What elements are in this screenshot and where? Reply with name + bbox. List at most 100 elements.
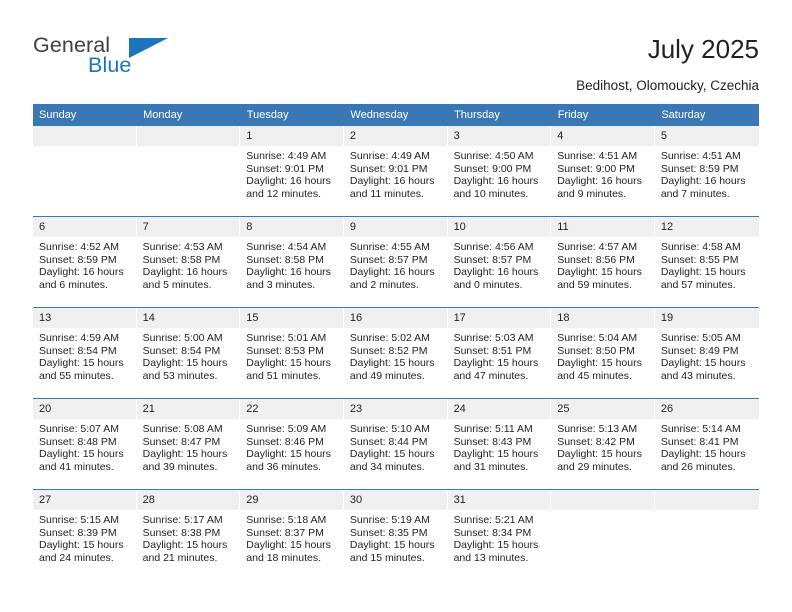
calendar-day-cell[interactable]: 5 Sunrise: 4:51 AM Sunset: 8:59 PM Daylight… <box>654 126 759 217</box>
daylight-text: Daylight: 15 hours and 18 minutes. <box>246 539 331 564</box>
day-details: Sunrise: 4:52 AM Sunset: 8:59 PM Daylight:… <box>33 237 137 291</box>
sunrise-text: Sunrise: 4:55 AM <box>349 241 430 253</box>
calendar-day-cell[interactable]: 22 Sunrise: 5:09 AM Sunset: 8:46 PM Dayligh… <box>240 398 344 490</box>
sunrise-text: Sunrise: 5:17 AM <box>142 514 223 526</box>
calendar-day-cell[interactable]: 17 Sunrise: 5:03 AM Sunset: 8:51 PM Dayligh… <box>447 307 552 399</box>
day-number: 1 <box>240 126 344 146</box>
day-details: Sunrise: 5:18 AM Sunset: 8:37 PM Daylight:… <box>240 510 344 564</box>
day-details: Sunrise: 5:05 AM Sunset: 8:49 PM Daylight:… <box>655 328 759 382</box>
calendar-page: General Blue July 2025 Bedihost, Olomouc… <box>0 0 792 612</box>
daylight-text: Daylight: 15 hours and 29 minutes. <box>557 448 642 473</box>
calendar-day-cell[interactable]: 9 Sunrise: 4:55 AM Sunset: 8:57 PM Daylight… <box>343 216 448 308</box>
daylight-text: Daylight: 16 hours and 5 minutes. <box>142 266 228 291</box>
general-blue-logo[interactable]: General Blue <box>33 33 213 85</box>
sunrise-text: Sunrise: 5:08 AM <box>142 423 223 435</box>
daylight-text: Daylight: 15 hours and 34 minutes. <box>349 448 435 473</box>
sunset-text: Sunset: 8:43 PM <box>453 435 532 448</box>
day-details: Sunrise: 5:14 AM Sunset: 8:41 PM Daylight:… <box>655 419 759 473</box>
day-details: Sunrise: 5:04 AM Sunset: 8:50 PM Daylight:… <box>551 328 655 382</box>
day-number: 4 <box>551 126 655 146</box>
calendar-day-cell[interactable]: 24 Sunrise: 5:11 AM Sunset: 8:43 PM Dayligh… <box>447 398 552 490</box>
calendar-day-cell-empty <box>654 489 759 580</box>
sunrise-text: Sunrise: 5:03 AM <box>453 332 534 344</box>
sunrise-text: Sunrise: 5:09 AM <box>246 423 327 435</box>
day-number: 14 <box>136 308 241 328</box>
daylight-text: Daylight: 16 hours and 0 minutes. <box>453 266 539 291</box>
calendar-day-cell[interactable]: 12 Sunrise: 4:58 AM Sunset: 8:55 PM Dayligh… <box>654 216 759 308</box>
calendar-day-cell[interactable]: 16 Sunrise: 5:02 AM Sunset: 8:52 PM Dayligh… <box>343 307 448 399</box>
sunrise-text: Sunrise: 4:49 AM <box>246 150 327 162</box>
calendar-day-cell[interactable]: 20 Sunrise: 5:07 AM Sunset: 8:48 PM Dayligh… <box>33 398 137 490</box>
calendar-day-cell[interactable]: 8 Sunrise: 4:54 AM Sunset: 8:58 PM Daylight… <box>240 216 344 308</box>
day-number: 24 <box>447 399 552 419</box>
daylight-text: Daylight: 15 hours and 39 minutes. <box>142 448 228 473</box>
calendar-day-cell[interactable]: 29 Sunrise: 5:18 AM Sunset: 8:37 PM Dayligh… <box>240 489 344 580</box>
sunset-text: Sunset: 8:37 PM <box>246 526 324 539</box>
daylight-text: Daylight: 15 hours and 49 minutes. <box>349 357 435 382</box>
calendar-day-cell[interactable]: 7 Sunrise: 4:53 AM Sunset: 8:58 PM Daylight… <box>136 216 241 308</box>
day-details: Sunrise: 5:11 AM Sunset: 8:43 PM Daylight:… <box>448 419 552 473</box>
sunset-text: Sunset: 9:01 PM <box>349 162 428 175</box>
calendar-day-cell[interactable]: 15 Sunrise: 5:01 AM Sunset: 8:53 PM Dayligh… <box>240 307 344 399</box>
calendar-day-cell[interactable]: 27 Sunrise: 5:15 AM Sunset: 8:39 PM Dayligh… <box>33 489 137 580</box>
daylight-text: Daylight: 15 hours and 51 minutes. <box>246 357 331 382</box>
day-number <box>551 490 655 510</box>
calendar-day-cell[interactable]: 25 Sunrise: 5:13 AM Sunset: 8:42 PM Dayligh… <box>551 398 655 490</box>
day-number: 21 <box>136 399 241 419</box>
calendar-day-cell[interactable]: 23 Sunrise: 5:10 AM Sunset: 8:44 PM Dayligh… <box>343 398 448 490</box>
day-details: Sunrise: 5:02 AM Sunset: 8:52 PM Daylight:… <box>344 328 448 382</box>
day-details: Sunrise: 5:17 AM Sunset: 8:38 PM Daylight:… <box>137 510 241 564</box>
sunset-text: Sunset: 8:48 PM <box>39 435 117 448</box>
daylight-text: Daylight: 15 hours and 45 minutes. <box>557 357 642 382</box>
daylight-text: Daylight: 15 hours and 36 minutes. <box>246 448 331 473</box>
daylight-text: Daylight: 15 hours and 21 minutes. <box>142 539 228 564</box>
calendar-day-cell[interactable]: 11 Sunrise: 4:57 AM Sunset: 8:56 PM Dayligh… <box>551 216 655 308</box>
calendar-week-row: 13 Sunrise: 4:59 AM Sunset: 8:54 PM Dayligh… <box>33 307 759 399</box>
day-number: 7 <box>136 217 241 237</box>
sunrise-text: Sunrise: 5:14 AM <box>660 423 741 435</box>
sunrise-text: Sunrise: 4:49 AM <box>349 150 430 162</box>
calendar-day-cell[interactable]: 2 Sunrise: 4:49 AM Sunset: 9:01 PM Daylight… <box>343 126 448 217</box>
calendar-day-cell[interactable]: 26 Sunrise: 5:14 AM Sunset: 8:41 PM Dayligh… <box>654 398 759 490</box>
calendar-week-row: 1 Sunrise: 4:49 AM Sunset: 9:01 PM Daylight… <box>33 126 759 217</box>
page-title: July 2025 <box>647 34 759 64</box>
sunrise-text: Sunrise: 5:10 AM <box>349 423 430 435</box>
day-details: Sunrise: 4:58 AM Sunset: 8:55 PM Daylight:… <box>655 237 759 291</box>
calendar-day-cell[interactable]: 13 Sunrise: 4:59 AM Sunset: 8:54 PM Dayligh… <box>33 307 137 399</box>
day-number: 15 <box>240 308 344 328</box>
sunrise-text: Sunrise: 5:15 AM <box>39 514 119 526</box>
day-number: 3 <box>447 126 552 146</box>
calendar-day-cell[interactable]: 18 Sunrise: 5:04 AM Sunset: 8:50 PM Dayligh… <box>551 307 655 399</box>
calendar-day-cell[interactable]: 3 Sunrise: 4:50 AM Sunset: 9:00 PM Daylight… <box>447 126 552 217</box>
sunset-text: Sunset: 8:50 PM <box>557 344 635 357</box>
sunset-text: Sunset: 8:54 PM <box>142 344 221 357</box>
day-number: 8 <box>240 217 344 237</box>
calendar-day-cell[interactable]: 4 Sunrise: 4:51 AM Sunset: 9:00 PM Daylight… <box>551 126 655 217</box>
day-number: 9 <box>343 217 448 237</box>
calendar-day-cell[interactable]: 6 Sunrise: 4:52 AM Sunset: 8:59 PM Daylight… <box>33 216 137 308</box>
calendar-day-cell[interactable]: 31 Sunrise: 5:21 AM Sunset: 8:34 PM Dayligh… <box>447 489 552 580</box>
sunrise-text: Sunrise: 4:56 AM <box>453 241 534 253</box>
calendar-week-row: 6 Sunrise: 4:52 AM Sunset: 8:59 PM Daylight… <box>33 216 759 308</box>
daylight-text: Daylight: 15 hours and 24 minutes. <box>39 539 124 564</box>
day-number: 30 <box>343 490 448 510</box>
calendar-day-cell[interactable]: 14 Sunrise: 5:00 AM Sunset: 8:54 PM Dayligh… <box>136 307 241 399</box>
calendar-day-cell[interactable]: 28 Sunrise: 5:17 AM Sunset: 8:38 PM Dayligh… <box>136 489 241 580</box>
day-details: Sunrise: 4:59 AM Sunset: 8:54 PM Daylight:… <box>33 328 137 382</box>
day-number: 28 <box>136 490 241 510</box>
day-details: Sunrise: 4:55 AM Sunset: 8:57 PM Daylight:… <box>344 237 448 291</box>
sunset-text: Sunset: 8:57 PM <box>453 253 532 266</box>
day-details: Sunrise: 5:09 AM Sunset: 8:46 PM Daylight:… <box>240 419 344 473</box>
sunset-text: Sunset: 8:56 PM <box>557 253 635 266</box>
page-header: General Blue July 2025 Bedihost, Olomouc… <box>0 0 792 100</box>
calendar-header-row-group: Sunday Monday Tuesday Wednesday Thursday… <box>33 104 759 126</box>
day-number: 26 <box>654 399 759 419</box>
calendar-day-cell[interactable]: 10 Sunrise: 4:56 AM Sunset: 8:57 PM Dayligh… <box>447 216 552 308</box>
day-number: 17 <box>447 308 552 328</box>
day-number: 5 <box>654 126 759 146</box>
calendar-day-cell[interactable]: 30 Sunrise: 5:19 AM Sunset: 8:35 PM Dayligh… <box>343 489 448 580</box>
calendar-day-cell[interactable]: 1 Sunrise: 4:49 AM Sunset: 9:01 PM Daylight… <box>240 126 344 217</box>
calendar-day-cell[interactable]: 19 Sunrise: 5:05 AM Sunset: 8:49 PM Dayligh… <box>654 307 759 399</box>
calendar-body: 1 Sunrise: 4:49 AM Sunset: 9:01 PM Daylight… <box>33 126 759 580</box>
calendar-day-cell[interactable]: 21 Sunrise: 5:08 AM Sunset: 8:47 PM Dayligh… <box>136 398 241 490</box>
